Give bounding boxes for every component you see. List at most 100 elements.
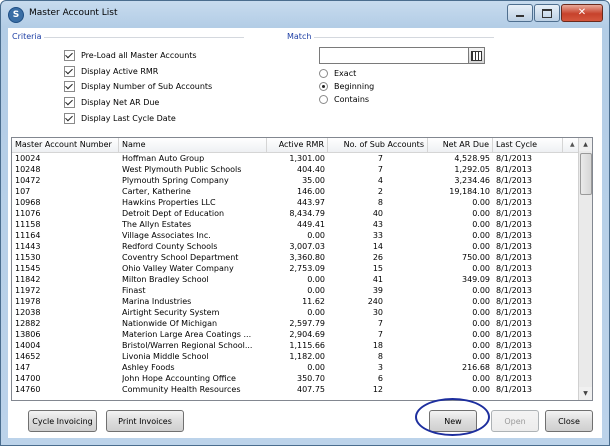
vertical-scrollbar[interactable]: ▲ ▼ bbox=[578, 138, 592, 400]
checkbox-label: Display Net AR Due bbox=[81, 98, 160, 107]
cell-account-number: 10024 bbox=[15, 154, 41, 163]
table-row[interactable]: 10024 Hoffman Auto Group 1,301.00 7 4,528.95… bbox=[12, 153, 578, 164]
match-search-input[interactable] bbox=[319, 47, 474, 64]
table-row[interactable]: 11443 Redford County Schools 3,007.03 14 0.0… bbox=[12, 241, 578, 252]
table-row[interactable]: 10968 Hawkins Properties LLC 443.97 8 0.00 8/… bbox=[12, 197, 578, 208]
cell-sub-accounts: 39 bbox=[372, 286, 383, 295]
radio-beginning[interactable]: Beginning bbox=[319, 81, 374, 92]
cell-net-ar-due: 0.00 bbox=[472, 374, 490, 383]
cell-last-cycle: 8/1/2013 bbox=[496, 330, 532, 339]
cell-name: Redford County Schools bbox=[122, 242, 218, 251]
cycle-invoicing-button[interactable]: Cycle Invoicing bbox=[28, 410, 97, 432]
cell-net-ar-due: 0.00 bbox=[472, 209, 490, 218]
table-row[interactable]: 14004 Bristol/Warren Regional School... 1,… bbox=[12, 340, 578, 351]
column-header-active-rmr[interactable]: Active RMR bbox=[267, 138, 328, 152]
cell-net-ar-due: 0.00 bbox=[472, 286, 490, 295]
maximize-button[interactable] bbox=[534, 4, 560, 22]
match-divider bbox=[314, 37, 494, 38]
cell-sub-accounts: 4 bbox=[377, 176, 383, 185]
close-button[interactable]: Close bbox=[545, 410, 593, 432]
table-row[interactable]: 14700 John Hope Accounting Office 350.70 6 0… bbox=[12, 373, 578, 384]
scroll-up-icon[interactable]: ▲ bbox=[579, 138, 592, 151]
cell-net-ar-due: 1,292.05 bbox=[454, 165, 490, 174]
radio-button[interactable] bbox=[319, 95, 328, 104]
table-row[interactable]: 11076 Detroit Dept of Education 8,434.79 40… bbox=[12, 208, 578, 219]
app-logo-icon: S bbox=[8, 7, 24, 23]
cell-active-rmr: 3,007.03 bbox=[289, 242, 325, 251]
table-row[interactable]: 11530 Coventry School Department 3,360.80 2… bbox=[12, 252, 578, 263]
table-row[interactable]: 11972 Finast 0.00 39 0.00 8/1/2013 bbox=[12, 285, 578, 296]
checkbox-display-last-cycle[interactable]: Display Last Cycle Date bbox=[64, 113, 176, 124]
checkbox-display-active-rmr[interactable]: Display Active RMR bbox=[64, 66, 158, 77]
radio-contains[interactable]: Contains bbox=[319, 94, 369, 105]
checkbox-checked[interactable] bbox=[64, 97, 75, 108]
minimize-button[interactable] bbox=[507, 4, 533, 22]
cell-account-number: 14700 bbox=[15, 374, 41, 383]
cell-active-rmr: 11.62 bbox=[302, 297, 325, 306]
table-row[interactable]: 11842 Milton Bradley School 0.00 41 349.09 8/… bbox=[12, 274, 578, 285]
cell-net-ar-due: 0.00 bbox=[472, 330, 490, 339]
cell-sub-accounts: 7 bbox=[377, 330, 383, 339]
column-header-account-number[interactable]: Master Account Number bbox=[12, 138, 119, 152]
master-accounts-table[interactable]: Master Account Number Name Active RMR No… bbox=[11, 137, 593, 401]
column-header-sub-accounts[interactable]: No. of Sub Accounts bbox=[328, 138, 428, 152]
table-row[interactable]: 107 Carter, Katherine 146.00 2 19,184.10 8/1/… bbox=[12, 186, 578, 197]
checkbox-checked[interactable] bbox=[64, 50, 75, 61]
table-row[interactable]: 147 Ashley Foods 0.00 3 216.68 8/1/2013 bbox=[12, 362, 578, 373]
cell-net-ar-due: 0.00 bbox=[472, 264, 490, 273]
table-row[interactable]: 10472 Plymouth Spring Company 35.00 4 3,234.… bbox=[12, 175, 578, 186]
checkbox-display-sub-accounts[interactable]: Display Number of Sub Accounts bbox=[64, 81, 212, 92]
checkbox-checked[interactable] bbox=[64, 113, 75, 124]
table-row[interactable]: 11545 Ohio Valley Water Company 2,753.09 15… bbox=[12, 263, 578, 274]
cell-name: Airtight Security System bbox=[122, 308, 220, 317]
table-row[interactable]: 14760 Community Health Resources 407.75 12 0… bbox=[12, 384, 578, 395]
cell-last-cycle: 8/1/2013 bbox=[496, 352, 532, 361]
table-row[interactable]: 11158 The Allyn Estates 449.41 43 0.00 8/1/20… bbox=[12, 219, 578, 230]
cell-sub-accounts: 26 bbox=[372, 253, 383, 262]
checkbox-checked[interactable] bbox=[64, 81, 75, 92]
table-row[interactable]: 10248 West Plymouth Public Schools 404.40 7… bbox=[12, 164, 578, 175]
table-row[interactable]: 12882 Nationwide Of Michigan 2,597.79 7 0.00… bbox=[12, 318, 578, 329]
cell-sub-accounts: 18 bbox=[372, 341, 383, 350]
column-header-net-ar-due[interactable]: Net AR Due bbox=[428, 138, 493, 152]
cell-active-rmr: 2,753.09 bbox=[289, 264, 325, 273]
table-row[interactable]: 12038 Airtight Security System 0.00 30 0.00 8… bbox=[12, 307, 578, 318]
cell-active-rmr: 443.97 bbox=[297, 198, 325, 207]
column-header-last-cycle[interactable]: Last Cycle bbox=[493, 138, 563, 152]
radio-button[interactable] bbox=[319, 69, 328, 78]
open-button[interactable]: Open bbox=[491, 410, 539, 432]
radio-label: Contains bbox=[334, 95, 370, 104]
table-row[interactable]: 14652 Livonia Middle School 1,182.00 8 0.00 8… bbox=[12, 351, 578, 362]
cell-net-ar-due: 0.00 bbox=[472, 385, 490, 394]
cell-account-number: 14004 bbox=[15, 341, 41, 350]
minimize-icon bbox=[516, 15, 524, 17]
cell-sub-accounts: 8 bbox=[377, 198, 383, 207]
column-header-name[interactable]: Name bbox=[119, 138, 267, 152]
radio-button-selected[interactable] bbox=[319, 82, 328, 91]
cell-net-ar-due: 349.09 bbox=[462, 275, 490, 284]
print-invoices-button[interactable]: Print Invoices bbox=[106, 410, 184, 432]
title-bar[interactable]: S Master Account List ✕ bbox=[1, 1, 609, 27]
table-row[interactable]: 11164 Village Associates Inc. 0.00 33 0.00 8/… bbox=[12, 230, 578, 241]
cell-active-rmr: 146.00 bbox=[297, 187, 325, 196]
cell-active-rmr: 0.00 bbox=[307, 308, 325, 317]
match-lookup-button[interactable] bbox=[468, 47, 485, 64]
table-row[interactable]: 11978 Marina Industries 11.62 240 0.00 8/1/20… bbox=[12, 296, 578, 307]
cell-account-number: 14652 bbox=[15, 352, 41, 361]
checkbox-checked[interactable] bbox=[64, 66, 75, 77]
scroll-down-icon[interactable]: ▼ bbox=[579, 387, 592, 400]
cell-last-cycle: 8/1/2013 bbox=[496, 297, 532, 306]
cell-sub-accounts: 8 bbox=[377, 352, 383, 361]
close-window-button[interactable]: ✕ bbox=[561, 4, 603, 22]
cell-name: Marina Industries bbox=[122, 297, 192, 306]
checkbox-display-net-ar-due[interactable]: Display Net AR Due bbox=[64, 97, 159, 108]
table-row[interactable]: 13806 Materion Large Area Coatings ... 2,9… bbox=[12, 329, 578, 340]
cell-last-cycle: 8/1/2013 bbox=[496, 154, 532, 163]
cell-sub-accounts: 2 bbox=[377, 187, 383, 196]
scrollbar-thumb[interactable] bbox=[580, 153, 592, 195]
cell-active-rmr: 2,904.69 bbox=[289, 330, 325, 339]
radio-exact[interactable]: Exact bbox=[319, 68, 356, 79]
checkbox-preload-all[interactable]: Pre-Load all Master Accounts bbox=[64, 50, 197, 61]
cell-last-cycle: 8/1/2013 bbox=[496, 308, 532, 317]
cell-account-number: 147 bbox=[15, 363, 31, 372]
